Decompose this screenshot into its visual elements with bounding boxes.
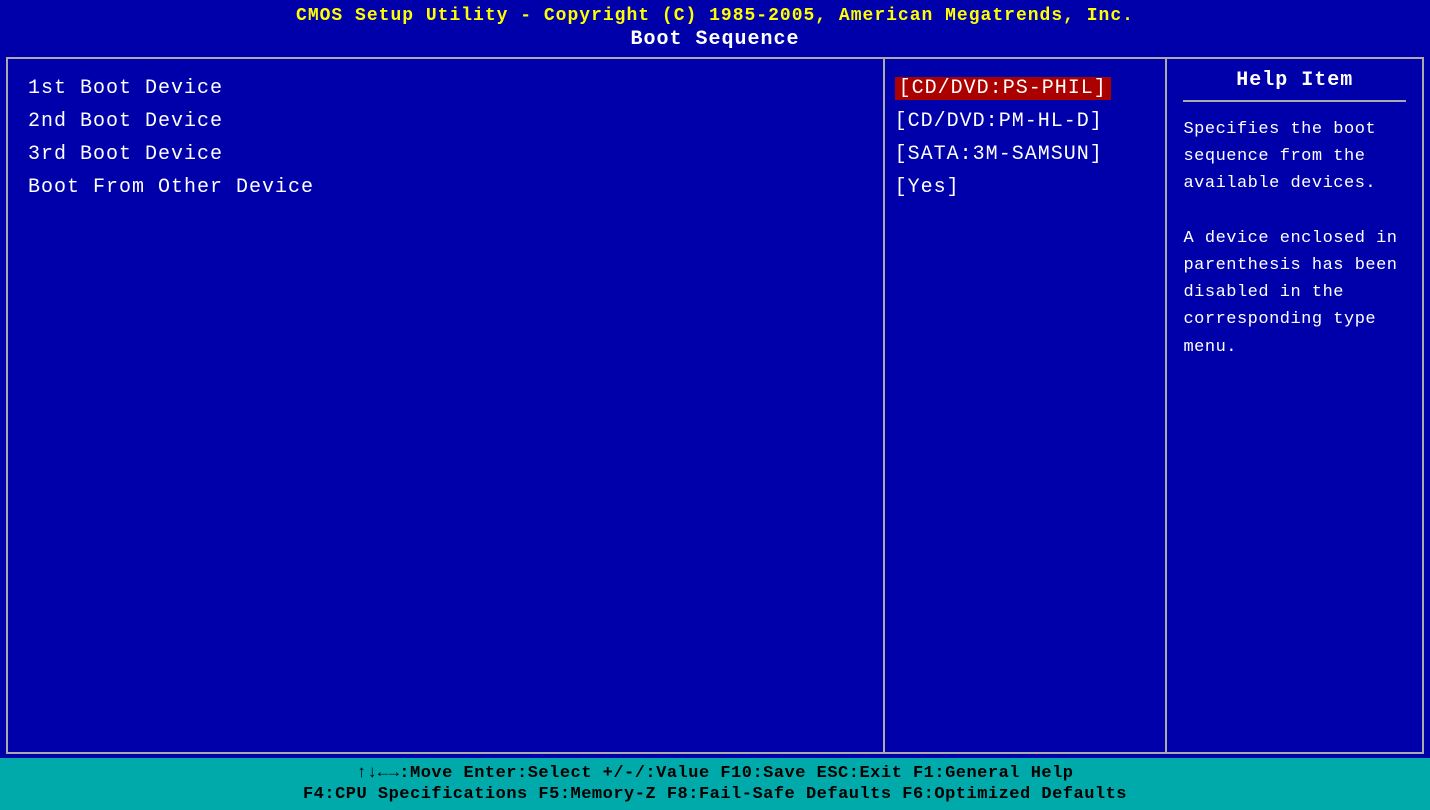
- middle-panel: [CD/DVD:PS-PHIL] [CD/DVD:PM-HL-D] [SATA:…: [885, 59, 1168, 752]
- right-panel: Help Item Specifies the boot sequence fr…: [1167, 59, 1422, 752]
- left-panel: 1st Boot Device 2nd Boot Device 3rd Boot…: [8, 59, 885, 752]
- boot-device-2-label[interactable]: 2nd Boot Device: [28, 110, 863, 133]
- boot-device-2-value[interactable]: [CD/DVD:PM-HL-D]: [895, 110, 1156, 133]
- help-item-text: Specifies the boot sequence from the ava…: [1183, 116, 1406, 361]
- header-subtitle: Boot Sequence: [0, 28, 1430, 51]
- footer-line1: ↑↓←→:Move Enter:Select +/-/:Value F10:Sa…: [20, 764, 1410, 783]
- header: CMOS Setup Utility - Copyright (C) 1985-…: [0, 0, 1430, 53]
- boot-device-1-label[interactable]: 1st Boot Device: [28, 77, 863, 100]
- footer: ↑↓←→:Move Enter:Select +/-/:Value F10:Sa…: [0, 758, 1430, 810]
- boot-from-other-value[interactable]: [Yes]: [895, 176, 1156, 199]
- boot-device-3-value[interactable]: [SATA:3M-SAMSUN]: [895, 143, 1156, 166]
- main-content: 1st Boot Device 2nd Boot Device 3rd Boot…: [6, 57, 1424, 754]
- footer-line2: F4:CPU Specifications F5:Memory-Z F8:Fai…: [20, 785, 1410, 804]
- boot-device-1-value[interactable]: [CD/DVD:PS-PHIL]: [895, 77, 1156, 100]
- boot-from-other-label[interactable]: Boot From Other Device: [28, 176, 863, 199]
- boot-device-3-label[interactable]: 3rd Boot Device: [28, 143, 863, 166]
- header-title: CMOS Setup Utility - Copyright (C) 1985-…: [0, 6, 1430, 26]
- help-text-part1: Specifies the boot sequence from the ava…: [1183, 120, 1376, 193]
- help-text-part2: A device enclosed in parenthesis has bee…: [1183, 229, 1397, 357]
- help-item-title: Help Item: [1183, 69, 1406, 102]
